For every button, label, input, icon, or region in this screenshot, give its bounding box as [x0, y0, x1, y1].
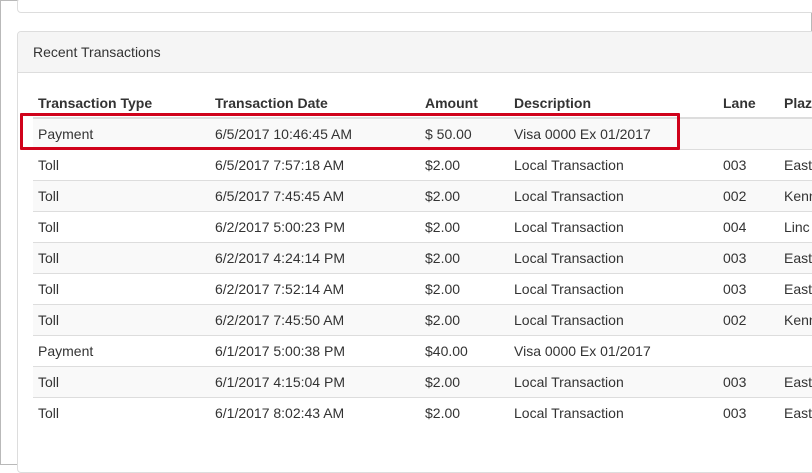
top-panel	[17, 0, 812, 13]
table-row: Toll 6/2/2017 4:24:14 PM $2.00 Local Tra…	[33, 242, 812, 274]
cell-transaction-type: Toll	[33, 242, 210, 274]
table-row: Toll 6/5/2017 7:45:45 AM $2.00 Local Tra…	[33, 180, 812, 212]
cell-plaza	[779, 335, 812, 367]
cell-lane: 003	[718, 397, 779, 428]
column-header-plaza: Plaza	[779, 89, 812, 119]
cell-plaza: Kenn	[779, 304, 812, 336]
cell-transaction-date: 6/2/2017 4:24:14 PM	[210, 242, 420, 274]
cell-transaction-type: Payment	[33, 118, 210, 150]
cell-amount: $2.00	[420, 180, 509, 212]
cell-lane: 003	[718, 242, 779, 274]
cell-amount: $2.00	[420, 397, 509, 428]
cell-amount: $2.00	[420, 211, 509, 243]
table-row: Payment 6/5/2017 10:46:45 AM $ 50.00 Vis…	[33, 118, 812, 150]
cell-amount: $ 50.00	[420, 118, 509, 150]
table-row: Toll 6/2/2017 7:45:50 AM $2.00 Local Tra…	[33, 304, 812, 336]
cell-transaction-date: 6/2/2017 5:00:23 PM	[210, 211, 420, 243]
cell-description: Visa 0000 Ex 01/2017	[509, 118, 718, 150]
column-header-lane: Lane	[718, 89, 779, 119]
column-header-description: Description	[509, 89, 718, 119]
cell-transaction-date: 6/5/2017 7:45:45 AM	[210, 180, 420, 212]
cell-lane: 002	[718, 180, 779, 212]
cell-description: Local Transaction	[509, 149, 718, 181]
cell-description: Local Transaction	[509, 180, 718, 212]
cell-lane: 003	[718, 366, 779, 398]
cell-plaza	[779, 118, 812, 150]
cell-plaza: East	[779, 242, 812, 274]
cell-transaction-type: Toll	[33, 149, 210, 181]
cell-description: Local Transaction	[509, 211, 718, 243]
column-header-transaction-type: Transaction Type	[33, 89, 210, 119]
column-header-transaction-date: Transaction Date	[210, 89, 420, 119]
cell-transaction-type: Payment	[33, 335, 210, 367]
cell-description: Local Transaction	[509, 397, 718, 428]
cell-transaction-type: Toll	[33, 273, 210, 305]
cell-transaction-type: Toll	[33, 180, 210, 212]
cell-description: Local Transaction	[509, 273, 718, 305]
cell-description: Local Transaction	[509, 242, 718, 274]
cell-amount: $2.00	[420, 149, 509, 181]
cell-amount: $2.00	[420, 273, 509, 305]
table-row: Toll 6/1/2017 4:15:04 PM $2.00 Local Tra…	[33, 366, 812, 398]
cell-plaza: Linc	[779, 211, 812, 243]
cell-lane	[718, 118, 779, 150]
cell-transaction-date: 6/5/2017 7:57:18 AM	[210, 149, 420, 181]
table-row: Toll 6/5/2017 7:57:18 AM $2.00 Local Tra…	[33, 149, 812, 181]
table-row: Toll 6/2/2017 5:00:23 PM $2.00 Local Tra…	[33, 211, 812, 243]
panel-title: Recent Transactions	[33, 44, 161, 60]
cell-amount: $2.00	[420, 242, 509, 274]
column-header-amount: Amount	[420, 89, 509, 119]
cell-description: Local Transaction	[509, 304, 718, 336]
cell-plaza: East	[779, 273, 812, 305]
transactions-table: Transaction Type Transaction Date Amount…	[33, 89, 812, 428]
cell-transaction-date: 6/5/2017 10:46:45 AM	[210, 118, 420, 150]
cell-description: Local Transaction	[509, 366, 718, 398]
cell-plaza: East	[779, 397, 812, 428]
cell-transaction-date: 6/2/2017 7:52:14 AM	[210, 273, 420, 305]
cell-transaction-type: Toll	[33, 397, 210, 428]
cell-amount: $2.00	[420, 366, 509, 398]
cell-amount: $40.00	[420, 335, 509, 367]
cell-lane	[718, 335, 779, 367]
table-row: Payment 6/1/2017 5:00:38 PM $40.00 Visa …	[33, 335, 812, 367]
cell-amount: $2.00	[420, 304, 509, 336]
cell-plaza: Kenn	[779, 180, 812, 212]
cell-transaction-date: 6/1/2017 4:15:04 PM	[210, 366, 420, 398]
cell-transaction-date: 6/1/2017 8:02:43 AM	[210, 397, 420, 428]
table-row: Toll 6/2/2017 7:52:14 AM $2.00 Local Tra…	[33, 273, 812, 305]
table-header-row: Transaction Type Transaction Date Amount…	[33, 89, 812, 119]
cell-plaza: East	[779, 149, 812, 181]
cell-description: Visa 0000 Ex 01/2017	[509, 335, 718, 367]
cell-lane: 004	[718, 211, 779, 243]
cell-lane: 003	[718, 149, 779, 181]
recent-transactions-panel: Recent Transactions Transaction Type Tra…	[17, 31, 812, 473]
cell-plaza: East	[779, 366, 812, 398]
cell-transaction-date: 6/1/2017 5:00:38 PM	[210, 335, 420, 367]
cell-lane: 002	[718, 304, 779, 336]
cell-transaction-type: Toll	[33, 366, 210, 398]
panel-heading: Recent Transactions	[18, 32, 812, 73]
cell-transaction-date: 6/2/2017 7:45:50 AM	[210, 304, 420, 336]
cell-lane: 003	[718, 273, 779, 305]
cell-transaction-type: Toll	[33, 304, 210, 336]
cell-transaction-type: Toll	[33, 211, 210, 243]
table-row: Toll 6/1/2017 8:02:43 AM $2.00 Local Tra…	[33, 397, 812, 428]
